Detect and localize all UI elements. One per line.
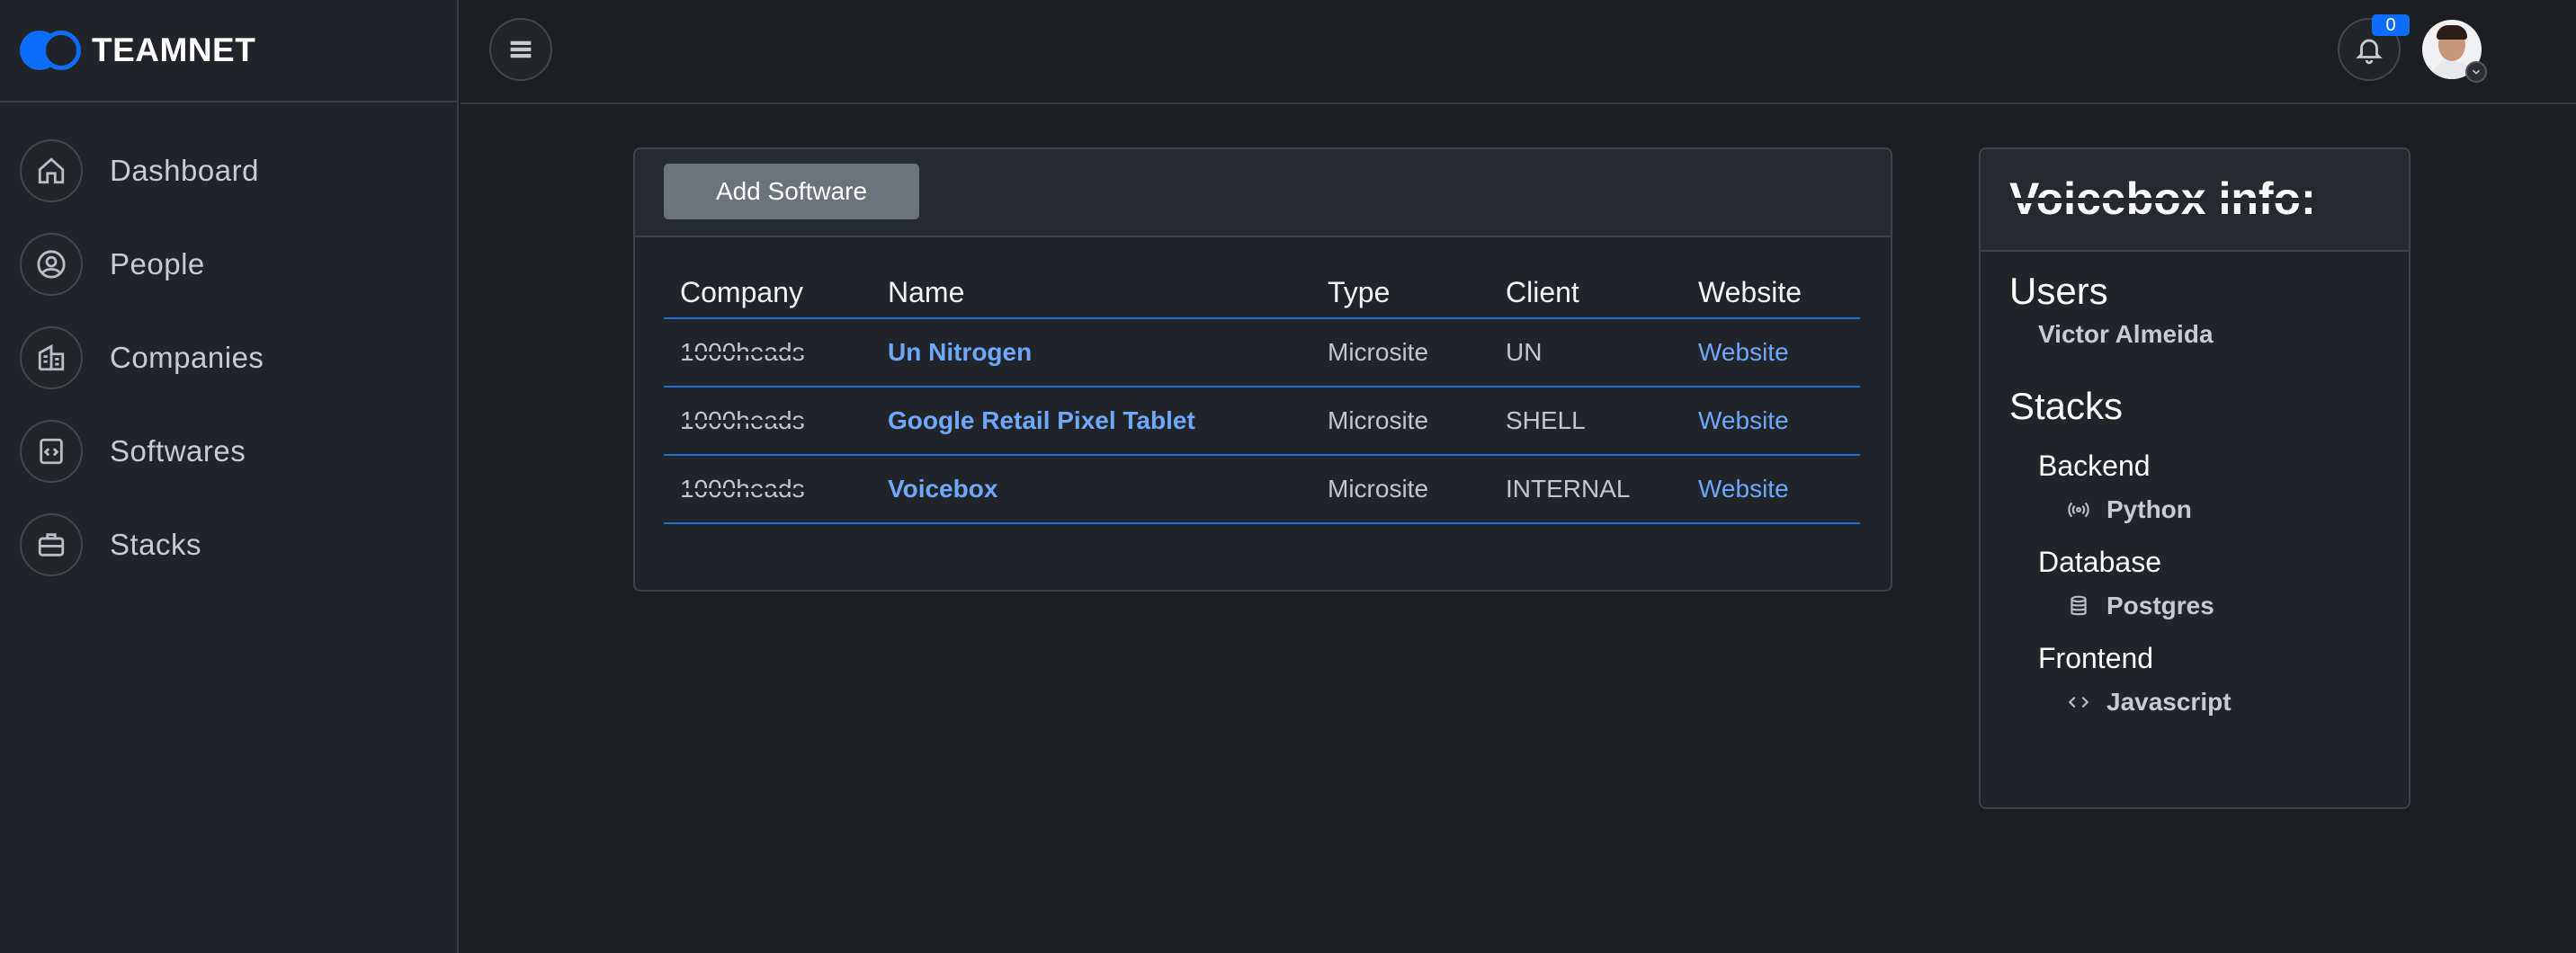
stack-category-database: Database	[2038, 546, 2161, 578]
stack-tech-python: Python	[2067, 495, 2380, 524]
brand-name: TEAMNET	[92, 31, 256, 68]
sidebar-item-people[interactable]: People	[0, 218, 457, 311]
code-icon	[2068, 696, 2089, 708]
menu-toggle-button[interactable]	[489, 18, 552, 81]
company-cell: 1000heads	[680, 406, 805, 434]
table-row[interactable]: 1000heads Google Retail Pixel Tablet Mic…	[664, 387, 1860, 456]
client-cell: UN	[1489, 318, 1682, 387]
software-card-header: Add Software	[635, 149, 1891, 237]
table-header-row: Company Name Type Client Website	[664, 268, 1860, 319]
software-table: Company Name Type Client Website 1000hea…	[664, 268, 1860, 524]
user-name: Victor Almeida	[2038, 320, 2214, 348]
sidebar-item-softwares[interactable]: Softwares	[0, 405, 457, 498]
column-header-type: Type	[1311, 268, 1489, 319]
sidebar-item-label: Dashboard	[110, 154, 259, 187]
sidebar: TEAMNET Dashboard People Companies Softw…	[0, 0, 459, 953]
stack-tech-javascript: Javascript	[2067, 688, 2380, 717]
sidebar-item-label: Stacks	[110, 528, 202, 561]
teamnet-logo-icon	[20, 29, 86, 72]
database-icon	[2071, 595, 2087, 616]
stack-tech-postgres: Postgres	[2067, 592, 2380, 620]
notification-badge: 0	[2372, 14, 2410, 36]
sidebar-item-label: People	[110, 247, 205, 281]
sidebar-item-companies[interactable]: Companies	[0, 311, 457, 405]
table-row[interactable]: 1000heads Voicebox Microsite INTERNAL We…	[664, 455, 1860, 524]
person-circle-icon	[20, 233, 83, 296]
stack-tech-label: Python	[2106, 495, 2192, 523]
column-header-company: Company	[664, 268, 872, 319]
sidebar-item-label: Companies	[110, 341, 264, 374]
users-heading: Users	[2009, 270, 2108, 312]
software-name-link[interactable]: Google Retail Pixel Tablet	[888, 406, 1195, 434]
stack-tech-label: Postgres	[2106, 592, 2214, 619]
website-link[interactable]: Website	[1698, 338, 1789, 366]
home-icon	[20, 139, 83, 202]
building-icon	[20, 326, 83, 389]
file-code-icon	[20, 420, 83, 483]
client-cell: SHELL	[1489, 387, 1682, 456]
hamburger-icon	[510, 40, 532, 58]
stack-category-backend: Backend	[2038, 450, 2151, 482]
stack-category-frontend: Frontend	[2038, 642, 2154, 674]
info-card-body: Users Victor Almeida Stacks Backend Pyth…	[1981, 252, 2409, 717]
broadcast-icon	[2068, 502, 2089, 518]
stack-tech-label: Javascript	[2106, 688, 2232, 716]
info-card: Voicebox info: Users Victor Almeida Stac…	[1979, 147, 2411, 809]
software-card: Add Software Company Name Type Client We…	[633, 147, 1892, 592]
info-title: Voicebox info:	[2009, 174, 2316, 224]
sidebar-item-stacks[interactable]: Stacks	[0, 498, 457, 592]
sidebar-item-label: Softwares	[110, 434, 246, 468]
add-software-button[interactable]: Add Software	[664, 164, 919, 219]
column-header-client: Client	[1489, 268, 1682, 319]
software-name-link[interactable]: Un Nitrogen	[888, 338, 1032, 366]
client-cell: INTERNAL	[1489, 455, 1682, 524]
chevron-down-icon[interactable]	[2465, 61, 2487, 83]
company-cell: 1000heads	[680, 338, 805, 366]
topbar: 0	[461, 0, 2576, 104]
website-link[interactable]: Website	[1698, 475, 1789, 503]
type-cell: Microsite	[1311, 387, 1489, 456]
column-header-name: Name	[872, 268, 1311, 319]
table-row[interactable]: 1000heads Un Nitrogen Microsite UN Websi…	[664, 318, 1860, 387]
briefcase-icon	[20, 513, 83, 576]
bell-icon	[2356, 39, 2383, 65]
sidebar-item-dashboard[interactable]: Dashboard	[0, 124, 457, 218]
software-name-link[interactable]: Voicebox	[888, 475, 997, 503]
website-link[interactable]: Website	[1698, 406, 1789, 434]
brand[interactable]: TEAMNET	[0, 0, 457, 102]
type-cell: Microsite	[1311, 455, 1489, 524]
company-cell: 1000heads	[680, 475, 805, 503]
column-header-website: Website	[1682, 268, 1860, 319]
type-cell: Microsite	[1311, 318, 1489, 387]
info-card-header: Voicebox info:	[1981, 149, 2409, 252]
sidebar-nav: Dashboard People Companies Softwares Sta…	[0, 102, 457, 592]
stacks-heading: Stacks	[2009, 385, 2124, 427]
